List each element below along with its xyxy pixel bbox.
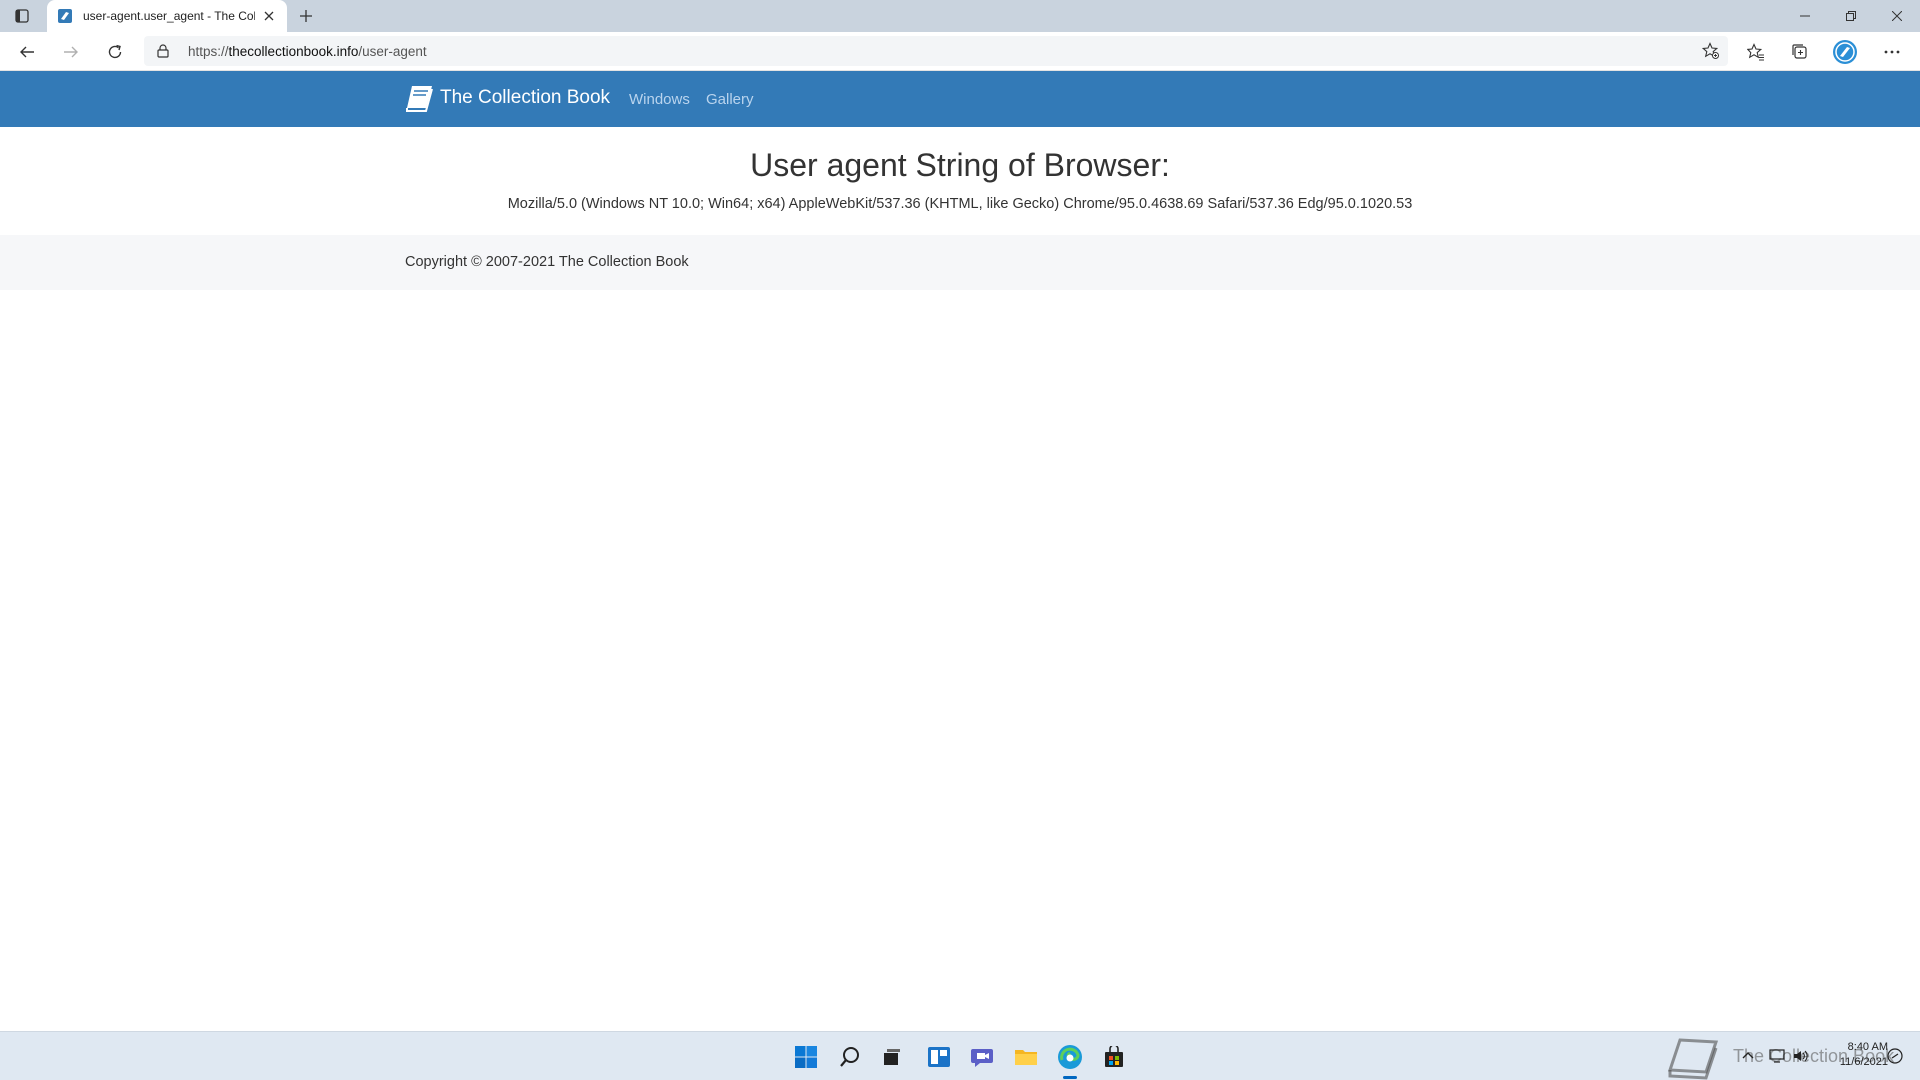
- forward-icon[interactable]: [56, 37, 86, 67]
- tab-strip: user-agent.user_agent - The Coll: [0, 0, 1920, 32]
- site-navbar: The Collection Book Windows Gallery: [0, 71, 1920, 127]
- collections-icon[interactable]: [1785, 37, 1815, 67]
- brand-name: The Collection Book: [440, 87, 611, 108]
- back-icon[interactable]: [12, 37, 42, 67]
- url-host: thecollectionbook.info: [228, 44, 359, 59]
- more-menu-icon[interactable]: [1877, 37, 1907, 67]
- show-hidden-icons-chevron-icon[interactable]: [1740, 1048, 1756, 1064]
- close-window-icon[interactable]: [1874, 0, 1920, 32]
- widgets-icon[interactable]: [924, 1042, 954, 1072]
- notifications-icon[interactable]: [1886, 1047, 1904, 1065]
- volume-icon[interactable]: [1792, 1047, 1810, 1065]
- page-title: User agent String of Browser:: [750, 147, 1170, 183]
- start-windows-icon[interactable]: [791, 1042, 821, 1072]
- refresh-icon[interactable]: [100, 37, 130, 67]
- clock-date: 11/6/2021: [1839, 1056, 1888, 1068]
- url-path: /user-agent: [358, 44, 427, 59]
- address-bar[interactable]: https://thecollectionbook.info/user-agen…: [144, 36, 1728, 66]
- search-icon[interactable]: [835, 1042, 865, 1072]
- teams-chat-icon[interactable]: [967, 1042, 997, 1072]
- new-tab-icon[interactable]: [294, 4, 318, 28]
- book-watermark-icon: [1667, 1038, 1719, 1080]
- url-text[interactable]: https://thecollectionbook.info/user-agen…: [188, 44, 427, 59]
- nav-link-gallery[interactable]: Gallery: [706, 91, 754, 108]
- restore-icon[interactable]: [1828, 0, 1874, 32]
- profile-avatar-icon[interactable]: [1830, 37, 1860, 67]
- user-agent-string: Mozilla/5.0 (Windows NT 10.0; Win64; x64…: [507, 196, 1413, 212]
- copyright-text: Copyright © 2007-2021 The Collection Boo…: [405, 254, 689, 270]
- minimize-icon[interactable]: [1782, 0, 1828, 32]
- nav-link-windows[interactable]: Windows: [629, 91, 690, 108]
- system-clock[interactable]: 8:40 AM 11/6/2021: [1820, 1040, 1888, 1070]
- active-app-indicator: [1063, 1076, 1077, 1079]
- browser-toolbar: https://thecollectionbook.info/user-agen…: [0, 32, 1920, 71]
- clock-time: 8:40 AM: [1847, 1041, 1888, 1053]
- site-brand-link[interactable]: The Collection Book: [404, 83, 610, 113]
- network-icon[interactable]: [1768, 1047, 1786, 1065]
- book-favicon-icon: [58, 9, 72, 23]
- book-logo-icon: [406, 86, 433, 112]
- url-scheme: https://: [188, 44, 229, 59]
- tab-title: user-agent.user_agent - The Coll: [83, 9, 255, 23]
- file-explorer-icon[interactable]: [1011, 1042, 1041, 1072]
- add-favorite-icon[interactable]: [1702, 42, 1720, 60]
- close-tab-icon[interactable]: [261, 8, 277, 24]
- edge-browser-icon[interactable]: [1055, 1042, 1085, 1072]
- task-view-icon[interactable]: [877, 1042, 907, 1072]
- tab-actions-icon[interactable]: [8, 4, 36, 28]
- favorites-icon[interactable]: [1741, 37, 1771, 67]
- site-footer: Copyright © 2007-2021 The Collection Boo…: [0, 235, 1920, 290]
- store-icon[interactable]: [1099, 1042, 1129, 1072]
- browser-tab[interactable]: user-agent.user_agent - The Coll: [47, 0, 287, 32]
- windows-taskbar: The Collection Book 8:40 AM 11/6/2021: [0, 1031, 1920, 1080]
- lock-icon[interactable]: [156, 44, 170, 58]
